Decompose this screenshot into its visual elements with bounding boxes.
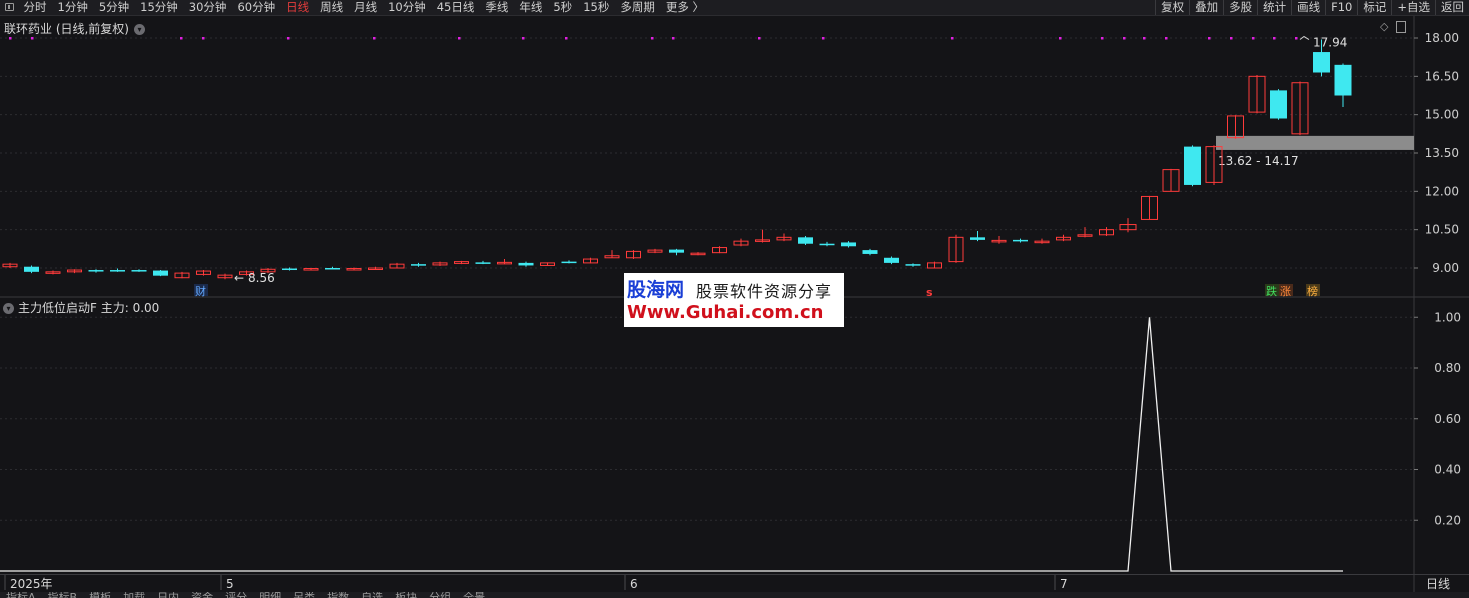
candle-body-down (1313, 52, 1330, 73)
candle-body-down (669, 249, 684, 253)
indicator-line (0, 317, 1343, 572)
bottom-tab[interactable]: 分组 (429, 592, 451, 598)
signal-dot (1273, 37, 1276, 40)
signal-dot (1059, 37, 1062, 40)
time-label: 6 (630, 577, 638, 591)
watermark: 股海网 股票软件资源分享 Www.Guhai.com.cn (624, 273, 844, 327)
signal-dot (458, 37, 461, 40)
indicator-tick-label: 0.60 (1434, 412, 1461, 426)
signal-dot (1165, 37, 1168, 40)
bottom-tab[interactable]: 另类 (293, 592, 315, 598)
bottom-tab[interactable]: 指数 (327, 592, 349, 598)
candle-body-down (884, 257, 899, 263)
candle-body-down (110, 270, 125, 272)
bottom-tab[interactable]: 评分 (225, 592, 247, 598)
low-arrow: ← (234, 271, 244, 285)
high-arrow (1299, 35, 1310, 40)
bottom-tab[interactable]: 日内 (157, 592, 179, 598)
watermark-logo: 股海网 (627, 279, 685, 301)
indicator-tick-label: 1.00 (1434, 310, 1461, 324)
candle-body-down (131, 270, 147, 272)
price-tick-label: 9.00 (1432, 261, 1459, 275)
bottom-tab[interactable]: 模板 (89, 592, 111, 598)
signal-dot (651, 37, 654, 40)
candle-body-down (153, 270, 168, 276)
indicator-title[interactable]: ▾ 主力低位启动F 主力: 0.00 (3, 299, 159, 316)
signal-dot (31, 37, 34, 40)
candle-body-down (1013, 239, 1028, 242)
candle-body-down (862, 250, 878, 254)
price-tick-label: 12.00 (1425, 184, 1459, 198)
signal-dot (373, 37, 376, 40)
signal-dot (287, 37, 290, 40)
time-label: 5 (226, 577, 234, 591)
bottom-tab[interactable]: 自选 (361, 592, 383, 598)
signal-dot (565, 37, 568, 40)
bottom-tabs: 指标A 指标B 模板 加载 日内 资金 评分 明细 另类 指数 自选 板块 分组 全景 (0, 592, 1469, 598)
bottom-tab[interactable]: 板块 (395, 592, 417, 598)
time-period-label[interactable]: 日线 (1426, 577, 1450, 591)
candle-body-down (475, 262, 491, 264)
price-tick-label: 18.00 (1425, 31, 1459, 45)
bottom-tab[interactable]: 指标A (6, 592, 36, 598)
candle-body-down (1334, 64, 1352, 96)
candle-body-down (970, 237, 985, 240)
signal-dot (1101, 37, 1104, 40)
event-marker-s[interactable]: s (926, 286, 933, 299)
signal-dot (202, 37, 205, 40)
candle-body-down (518, 262, 534, 266)
price-tick-label: 15.00 (1425, 108, 1459, 122)
candle-body-down (1270, 90, 1287, 119)
indicator-tick-label: 0.40 (1434, 463, 1461, 477)
indicator-title-text: 主力低位启动F 主力: 0.00 (18, 301, 160, 315)
event-marker-zhang[interactable]: 涨 (1280, 285, 1291, 298)
price-tick-label: 10.50 (1425, 223, 1459, 237)
bottom-tab[interactable]: 加载 (123, 592, 145, 598)
event-marker-bang[interactable]: 榜 (1307, 284, 1318, 298)
signal-dot (1208, 37, 1211, 40)
watermark-slogan: 股票软件资源分享 (696, 282, 833, 301)
signal-dot (522, 37, 525, 40)
candle-body-down (798, 237, 813, 244)
candle-body-down (282, 268, 297, 271)
signal-dot (9, 37, 12, 40)
candle-body-down (1184, 146, 1201, 185)
indicator-tick-label: 0.80 (1434, 361, 1461, 375)
candle-body-down (24, 266, 39, 272)
candle-body-down (905, 264, 921, 266)
support-zone (1216, 135, 1414, 150)
price-tick-label: 16.50 (1425, 69, 1459, 83)
signal-dot (951, 37, 954, 40)
time-label: 2025年 (10, 577, 53, 591)
bottom-tab[interactable]: 指标B (48, 592, 78, 598)
signal-dot (758, 37, 761, 40)
event-marker-cai[interactable]: 财 (195, 284, 206, 298)
candle-body-down (819, 243, 835, 246)
signal-dot (1230, 37, 1233, 40)
signal-dot (1123, 37, 1126, 40)
signal-dot (1295, 37, 1298, 40)
candle-body-down (841, 242, 856, 247)
time-label: 7 (1060, 577, 1068, 591)
bottom-tab[interactable]: 全景 (463, 592, 485, 598)
high-label: 17.94 (1313, 36, 1347, 50)
chevron-down-icon[interactable]: ▾ (3, 303, 14, 314)
signal-dot (672, 37, 675, 40)
candle-body-down (88, 270, 104, 272)
bottom-tab[interactable]: 明细 (259, 592, 281, 598)
event-marker-die[interactable]: 跌 (1266, 284, 1277, 298)
indicator-tick-label: 0.20 (1434, 513, 1461, 527)
candle-body-down (561, 261, 577, 264)
signal-dot (822, 37, 825, 40)
bottom-tab[interactable]: 资金 (191, 592, 213, 598)
signal-dot (1252, 37, 1255, 40)
low-label: 8.56 (248, 271, 275, 285)
signal-dot (1143, 37, 1146, 40)
signal-dot (180, 37, 183, 40)
zone-label: 13.62 - 14.17 (1218, 154, 1299, 168)
watermark-url: Www.Guhai.com.cn (627, 302, 824, 323)
candle-body-down (411, 264, 426, 266)
price-tick-label: 13.50 (1425, 146, 1459, 160)
candle-body-down (325, 268, 340, 270)
